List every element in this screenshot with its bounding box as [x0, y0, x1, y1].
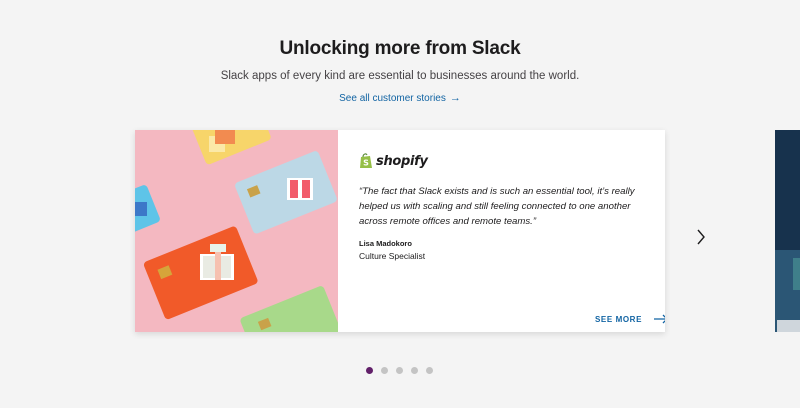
see-more-label: SEE MORE — [594, 314, 642, 324]
carousel-dot-3[interactable] — [396, 367, 403, 374]
customer-stories-section: Unlocking more from Slack Slack apps of … — [0, 0, 800, 408]
section-title: Unlocking more from Slack — [279, 38, 521, 59]
arrow-right-icon — [654, 314, 665, 324]
story-content: S shopify “The fact that Slack exists an… — [338, 130, 665, 332]
carousel-pagination — [366, 367, 433, 374]
see-more-button[interactable]: SEE MORE — [595, 314, 665, 324]
story-card[interactable]: S shopify “The fact that Slack exists an… — [135, 130, 665, 332]
chevron-right-icon[interactable] — [694, 228, 708, 246]
section-subtitle: Slack apps of every kind are essential t… — [220, 70, 580, 82]
stories-link-label: See all customer stories — [339, 93, 446, 104]
author-name: Lisa Madokoro — [359, 239, 412, 248]
svg-text:S: S — [363, 159, 369, 168]
carousel-dot-4[interactable] — [411, 367, 418, 374]
carousel-dot-1[interactable] — [366, 367, 373, 374]
carousel-dot-5[interactable] — [426, 367, 433, 374]
shopify-logo: S shopify — [359, 152, 659, 170]
author-title: Culture Specialist — [359, 251, 426, 261]
carousel-dot-2[interactable] — [381, 367, 388, 374]
story-image — [135, 130, 341, 332]
see-all-customer-stories-link[interactable]: See all customer stories → — [0, 92, 800, 104]
brand-name: shopify — [376, 153, 428, 169]
customer-quote: “The fact that Slack exists and is such … — [359, 186, 635, 227]
next-story-card-preview[interactable] — [775, 130, 800, 332]
arrow-right-icon: → — [449, 92, 461, 104]
shopify-bag-icon: S — [360, 153, 372, 168]
